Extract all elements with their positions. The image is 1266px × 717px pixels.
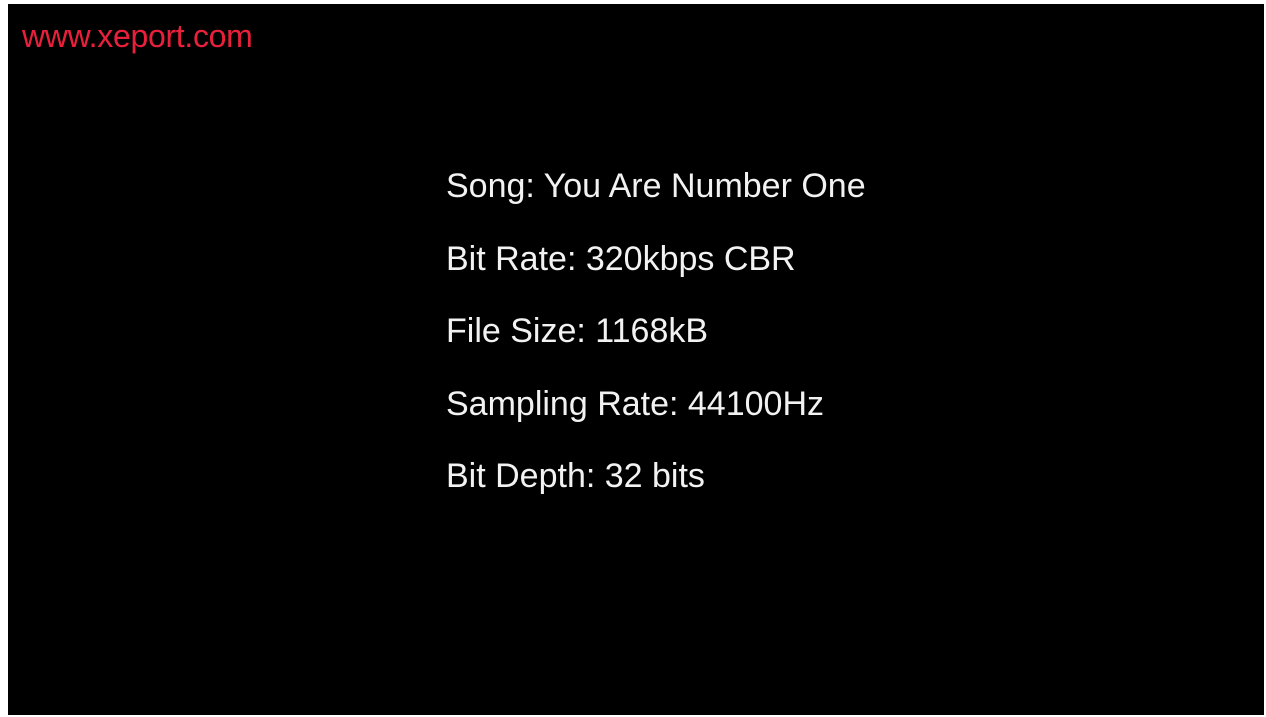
sampling-rate-line: Sampling Rate: 44100Hz: [446, 384, 825, 423]
file-size-line: File Size: 1168kB: [446, 312, 709, 350]
bit-rate-line: Bit Rate: 320kbps CBR: [446, 239, 796, 278]
audio-info-list: Song: You Are Number One Bit Rate: 320kb…: [446, 164, 866, 527]
song-title-line: Song: You Are Number One: [446, 167, 866, 205]
bit-depth-line: Bit Depth: 32 bits: [446, 457, 705, 495]
watermark-text: www.xeport.com: [22, 18, 253, 54]
video-frame: www.xeport.com Song: You Are Number One …: [8, 4, 1264, 715]
